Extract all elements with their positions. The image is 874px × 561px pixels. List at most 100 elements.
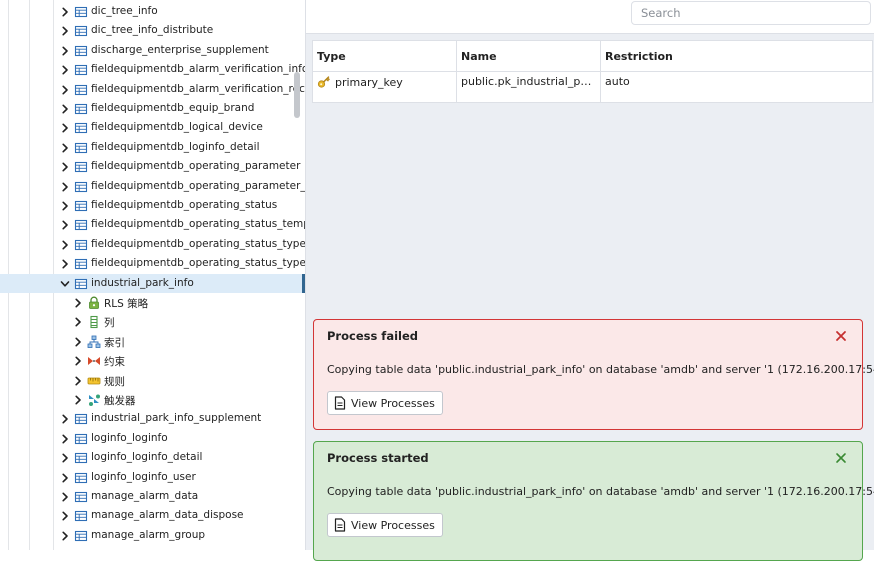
chevron-right-icon[interactable] [72, 336, 84, 348]
tree-node-table[interactable]: fieldequipmentdb_operating_status [0, 196, 305, 215]
table-icon [74, 160, 88, 174]
view-processes-label: View Processes [351, 396, 435, 410]
index-icon [87, 335, 101, 349]
restriction-cell[interactable]: auto [600, 71, 873, 103]
tree-node-label: 列 [104, 317, 115, 330]
tree-node-label: fieldequipmentdb_equip_brand [91, 102, 255, 114]
tree-node-table[interactable]: fieldequipmentdb_operating_parameter_tem… [0, 177, 305, 196]
column-header-type[interactable]: Type [312, 40, 457, 72]
close-icon[interactable] [834, 329, 848, 343]
tree-node-child[interactable]: 规则 [0, 371, 305, 390]
tree-node-table-expanded[interactable]: industrial_park_info [0, 273, 305, 293]
chevron-right-icon[interactable] [59, 45, 71, 57]
tree-node-table[interactable]: manage_alarm_group [0, 526, 305, 545]
column-header-restriction[interactable]: Restriction [600, 40, 873, 72]
chevron-right-icon[interactable] [59, 510, 71, 522]
chevron-right-icon[interactable] [59, 64, 71, 76]
tree-node-table[interactable]: loginfo_loginfo_user [0, 468, 305, 487]
tree-node-table[interactable]: fieldequipmentdb_operating_status_type [0, 235, 305, 254]
chevron-right-icon[interactable] [59, 161, 71, 173]
tree-node-table[interactable]: fieldequipmentdb_alarm_verification_reco… [0, 80, 305, 99]
tree-node-table[interactable]: fieldequipmentdb_loginfo_detail [0, 138, 305, 157]
tree-node-table[interactable]: manage_alarm_data [0, 487, 305, 506]
notification-title: Process failed [327, 329, 418, 343]
chevron-right-icon[interactable] [59, 25, 71, 37]
tree-node-table[interactable]: discharge_enterprise_supplement [0, 41, 305, 60]
tree-node-label: manage_alarm_data [91, 490, 199, 502]
tree-node-label: fieldequipmentdb_operating_parameter [91, 160, 301, 173]
document-icon [334, 396, 346, 410]
tree-node-table[interactable]: dic_tree_info_distribute [0, 21, 305, 40]
tree-node-label: discharge_enterprise_supplement [91, 43, 269, 56]
chevron-right-icon[interactable] [72, 316, 84, 328]
chevron-right-icon[interactable] [59, 530, 71, 542]
table-row[interactable]: primary_key public.pk_industrial_park_in… [312, 71, 873, 103]
tree-node-table[interactable]: fieldequipmentdb_equip_brand [0, 99, 305, 118]
table-icon [74, 141, 88, 155]
tree-node-child[interactable]: 约束 [0, 351, 305, 370]
chevron-right-icon[interactable] [72, 375, 84, 387]
tree-node-table[interactable]: fieldequipmentdb_operating_status_templa… [0, 215, 305, 234]
notification-message: Copying table data 'public.industrial_pa… [327, 363, 874, 376]
tree-node-table[interactable]: fieldequipmentdb_operating_status_type_t… [0, 254, 305, 273]
tree-node-label: loginfo_loginfo_user [91, 470, 196, 483]
tree-node-label: fieldequipmentdb_alarm_verification_reco… [91, 82, 305, 95]
tree-node-table[interactable]: fieldequipmentdb_logical_device [0, 118, 305, 137]
table-header-row: Type Name Restriction [312, 40, 873, 72]
type-cell[interactable]: primary_key [312, 71, 457, 103]
chevron-right-icon[interactable] [59, 239, 71, 251]
tree-node-table[interactable]: fieldequipmentdb_alarm_verification_info [0, 60, 305, 79]
chevron-right-icon[interactable] [59, 219, 71, 231]
columns-icon [87, 315, 101, 329]
lock-policy-icon [87, 296, 101, 310]
view-processes-label: View Processes [351, 518, 435, 532]
tree-node-label: fieldequipmentdb_operating_status_type_t… [91, 257, 305, 270]
chevron-down-icon[interactable] [59, 278, 71, 290]
chevron-right-icon[interactable] [72, 297, 84, 309]
view-processes-button[interactable]: View Processes [327, 391, 443, 415]
chevron-right-icon[interactable] [59, 84, 71, 96]
name-cell[interactable]: public.pk_industrial_park_info [456, 71, 601, 103]
chevron-right-icon[interactable] [59, 433, 71, 445]
chevron-right-icon[interactable] [72, 394, 84, 406]
tree-node-label: fieldequipmentdb_operating_status_templa… [91, 218, 305, 231]
search-input[interactable] [631, 1, 871, 25]
tree-node-child[interactable]: RLS 策略 [0, 293, 305, 312]
chevron-right-icon[interactable] [59, 103, 71, 115]
tree-node-table[interactable]: loginfo_loginfo [0, 429, 305, 448]
column-header-name[interactable]: Name [456, 40, 601, 72]
notification-title: Process started [327, 451, 429, 465]
tree-node-label: 触发器 [104, 395, 136, 407]
chevron-right-icon[interactable] [59, 122, 71, 134]
tree-node-child[interactable]: 索引 [0, 332, 305, 351]
document-icon [334, 518, 346, 532]
chevron-right-icon[interactable] [59, 491, 71, 503]
tree-node-child[interactable]: 触发器 [0, 390, 305, 409]
chevron-right-icon[interactable] [59, 472, 71, 484]
tree-node-table[interactable]: dic_tree_info [0, 2, 305, 21]
chevron-right-icon[interactable] [59, 200, 71, 212]
chevron-right-icon[interactable] [59, 413, 71, 425]
chevron-right-icon[interactable] [59, 258, 71, 270]
tree-scrollbar-thumb[interactable] [294, 72, 300, 118]
table-icon [74, 199, 88, 213]
table-icon [74, 238, 88, 252]
table-icon [74, 5, 88, 19]
tree-node-table[interactable]: loginfo_loginfo_detail [0, 448, 305, 467]
tree-node-table[interactable]: industrial_park_info_supplement [0, 409, 305, 428]
table-icon [74, 509, 88, 523]
tree-node-child[interactable]: 列 [0, 312, 305, 331]
tree-node-label: industrial_park_info_supplement [91, 412, 262, 425]
chevron-right-icon[interactable] [59, 452, 71, 464]
tree-node-table[interactable]: manage_alarm_data_dispose [0, 506, 305, 525]
chevron-right-icon[interactable] [59, 6, 71, 18]
chevron-right-icon[interactable] [59, 142, 71, 154]
chevron-right-icon[interactable] [59, 181, 71, 193]
tree-node-label: fieldequipmentdb_logical_device [91, 121, 263, 134]
close-icon[interactable] [834, 451, 848, 465]
view-processes-button[interactable]: View Processes [327, 513, 443, 537]
tree-node-label: fieldequipmentdb_alarm_verification_info [91, 63, 305, 76]
chevron-right-icon[interactable] [72, 355, 84, 367]
tree-node-table[interactable]: fieldequipmentdb_operating_parameter [0, 157, 305, 176]
tree-node-label: fieldequipmentdb_operating_parameter_tem… [91, 179, 305, 192]
